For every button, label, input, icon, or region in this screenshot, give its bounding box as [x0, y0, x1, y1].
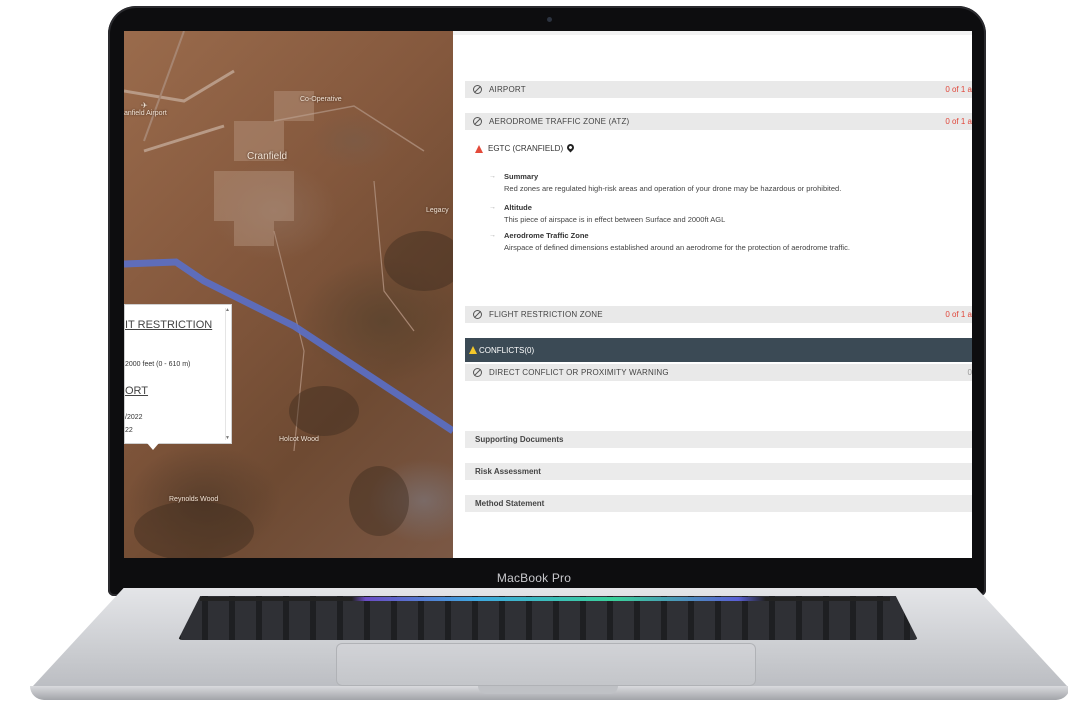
section-airport[interactable]: AIRPORT 0 of 1 a [465, 81, 972, 98]
conflicts-header[interactable]: CONFLICTS(0) [465, 338, 972, 362]
detail-title: Aerodrome Traffic Zone [504, 231, 589, 240]
detail-item-summary: → Summary Red zones are regulated high-r… [489, 172, 949, 195]
section-frz[interactable]: FLIGHT RESTRICTION ZONE 0 of 1 a [465, 306, 972, 323]
popup-pointer [147, 443, 159, 450]
map-overlay [124, 31, 453, 558]
section-label: AIRPORT [489, 85, 526, 94]
zone-title-row[interactable]: EGTC (CRANFIELD) [475, 142, 576, 153]
method-statement-header[interactable]: Method Statement [465, 495, 972, 512]
map-view[interactable]: anfield Airport ✈ Co-Operative Cranfield… [124, 31, 453, 558]
detail-item-altitude: → Altitude This piece of airspace is in … [489, 203, 949, 226]
popup-date-start: /2022 [125, 414, 143, 421]
prohibited-icon [473, 117, 482, 126]
section-count: 0 of 1 a [945, 117, 972, 126]
popup-altitude: 2000 feet (0 - 610 m) [125, 361, 191, 368]
section-atz[interactable]: AERODROME TRAFFIC ZONE (ATZ) 0 of 1 a [465, 113, 972, 130]
section-label: AERODROME TRAFFIC ZONE (ATZ) [489, 117, 630, 126]
touch-bar [200, 597, 890, 601]
map-label-legacy: Legacy [426, 207, 449, 214]
road [143, 31, 185, 142]
warning-icon [475, 144, 483, 153]
popup-heading-restriction: IT RESTRICTION [125, 319, 213, 331]
prohibited-icon [473, 368, 482, 377]
panel-top-strip [453, 31, 972, 35]
section-count: 0 of 1 a [945, 85, 972, 94]
section-count: 0 of 1 a [945, 310, 972, 319]
detail-text: This piece of airspace is in effect betw… [504, 215, 726, 224]
risk-assessment-header[interactable]: Risk Assessment [465, 463, 972, 480]
map-label-co-operative: Co-Operative [300, 96, 342, 103]
scroll-down-icon[interactable]: ▼ [225, 435, 230, 441]
map-label-holcot-wood: Holcot Wood [279, 436, 319, 443]
map-label-reynolds-wood: Reynolds Wood [169, 496, 219, 503]
supporting-documents-header[interactable]: Supporting Documents [465, 431, 972, 448]
map-label-town: Cranfield [247, 151, 288, 162]
taxiway [143, 124, 225, 153]
prohibited-icon [473, 85, 482, 94]
scroll-up-icon[interactable]: ▲ [225, 307, 230, 313]
atz-detail-card: EGTC (CRANFIELD) → Summary Red zones are… [465, 134, 972, 304]
detail-title: Summary [504, 172, 539, 181]
detail-title: Altitude [504, 203, 532, 212]
map-pin-icon[interactable] [565, 142, 576, 153]
brand-label: MacBook Pro [496, 571, 572, 585]
keyboard [178, 596, 918, 640]
map-label-airport: anfield Airport [124, 110, 167, 117]
airport-marker-icon: ✈ [141, 101, 148, 110]
detail-text: Airspace of defined dimensions establish… [504, 243, 850, 252]
webcam [547, 17, 552, 22]
prohibited-icon [473, 310, 482, 319]
section-label: DIRECT CONFLICT OR PROXIMITY WARNING [489, 368, 669, 377]
popup-heading-airport: ORT [125, 385, 149, 397]
arrow-icon: → [489, 232, 496, 239]
detail-text: Red zones are regulated high-risk areas … [504, 184, 842, 193]
detail-item-atz: → Aerodrome Traffic Zone Airspace of def… [489, 231, 909, 254]
airspace-details-panel: AIRPORT 0 of 1 a AERODROME TRAFFIC ZONE … [453, 31, 972, 558]
screen: anfield Airport ✈ Co-Operative Cranfield… [124, 31, 972, 558]
arrow-icon: → [489, 173, 496, 180]
section-label: FLIGHT RESTRICTION ZONE [489, 310, 603, 319]
popup-date-end: 22 [125, 427, 133, 434]
town-area [214, 91, 314, 246]
conflicts-label: CONFLICTS(0) [479, 345, 535, 355]
runway [124, 69, 235, 103]
zone-title: EGTC (CRANFIELD) [488, 144, 564, 153]
popup-scrollbar[interactable] [225, 308, 229, 440]
warning-icon [469, 346, 477, 354]
section-direct-conflict[interactable]: DIRECT CONFLICT OR PROXIMITY WARNING 0 [465, 364, 972, 381]
arrow-icon: → [489, 204, 496, 211]
section-count: 0 [967, 368, 972, 377]
lid-opening-notch [478, 686, 618, 694]
map-info-popup[interactable]: IT RESTRICTION 2000 feet (0 - 610 m) ORT… [124, 304, 232, 450]
trackpad [336, 643, 756, 686]
